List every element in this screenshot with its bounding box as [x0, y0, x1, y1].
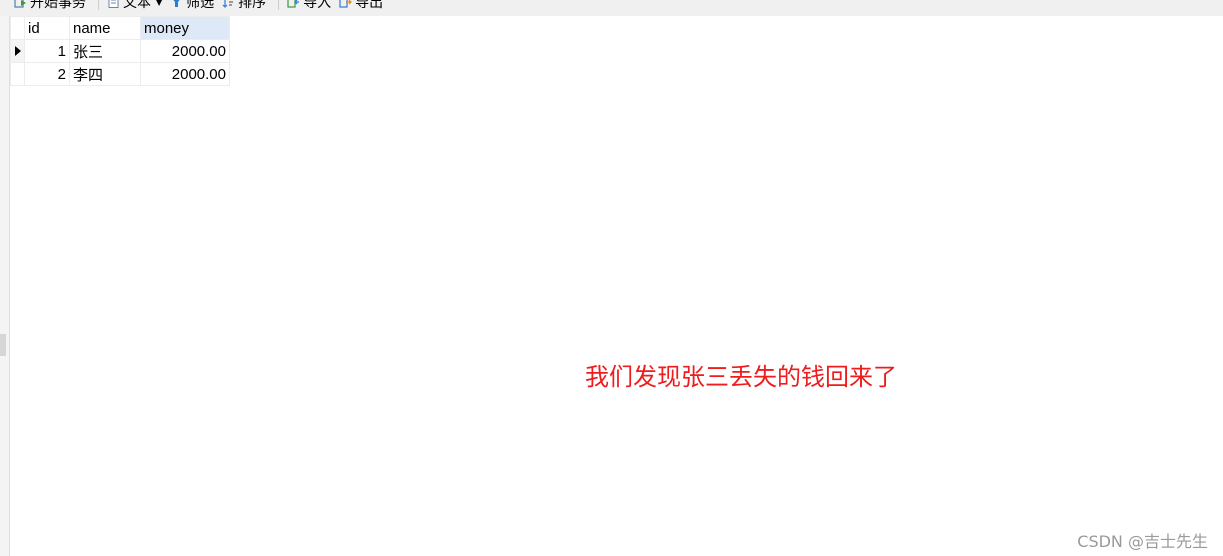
- table-header-row: id name money: [10, 16, 230, 40]
- export-icon: [339, 0, 353, 8]
- cell-money[interactable]: 2000.00: [140, 39, 230, 63]
- table-row[interactable]: 1 张三 2000.00: [10, 39, 230, 63]
- transaction-icon: [14, 0, 26, 8]
- sort-button[interactable]: 排序: [222, 0, 266, 12]
- cell-money[interactable]: 2000.00: [140, 62, 230, 86]
- toolbar: 开始事务 文本 ▼ 筛选 排序 导入 导出: [0, 0, 1223, 16]
- text-icon: [108, 0, 119, 8]
- toolbar-separator: [278, 0, 280, 10]
- row-indicator[interactable]: [10, 39, 25, 63]
- text-button[interactable]: 文本 ▼: [107, 0, 162, 12]
- current-row-arrow-icon: [15, 46, 21, 56]
- column-header-money[interactable]: money: [140, 16, 230, 40]
- filter-label: 筛选: [186, 0, 215, 11]
- row-indicator[interactable]: [10, 62, 25, 86]
- toolbar-items: 开始事务 文本 ▼ 筛选 排序 导入 导出: [14, 0, 391, 11]
- watermark: CSDN @吉士先生: [1077, 532, 1208, 551]
- data-grid: id name money 1 张三 2000.00 2 李四 2000.00: [10, 16, 230, 86]
- panel-resize-handle[interactable]: [0, 334, 6, 356]
- export-label: 导出: [355, 0, 384, 11]
- annotation-text: 我们发现张三丢失的钱回来了: [585, 363, 897, 391]
- export-button[interactable]: 导出: [339, 0, 383, 12]
- sort-icon: [222, 0, 234, 8]
- row-indicator-header: [10, 16, 25, 40]
- begin-transaction-label: 开始事务: [30, 0, 86, 11]
- import-label: 导入: [303, 0, 332, 11]
- cell-name[interactable]: 李四: [69, 62, 141, 86]
- chevron-down-icon: ▼: [156, 0, 163, 7]
- left-gutter: [0, 16, 10, 556]
- toolbar-separator: [98, 0, 99, 10]
- filter-button[interactable]: 筛选: [170, 0, 214, 12]
- text-label: 文本: [123, 0, 151, 11]
- begin-transaction-button[interactable]: 开始事务: [14, 0, 86, 12]
- import-button[interactable]: 导入: [287, 0, 331, 12]
- cell-id[interactable]: 2: [24, 62, 70, 86]
- table-row[interactable]: 2 李四 2000.00: [10, 62, 230, 86]
- column-header-id[interactable]: id: [24, 16, 70, 40]
- import-icon: [287, 0, 300, 8]
- cell-name[interactable]: 张三: [69, 39, 141, 63]
- cell-id[interactable]: 1: [24, 39, 70, 63]
- sort-label: 排序: [238, 0, 267, 11]
- filter-icon: [173, 0, 180, 7]
- column-header-name[interactable]: name: [69, 16, 141, 40]
